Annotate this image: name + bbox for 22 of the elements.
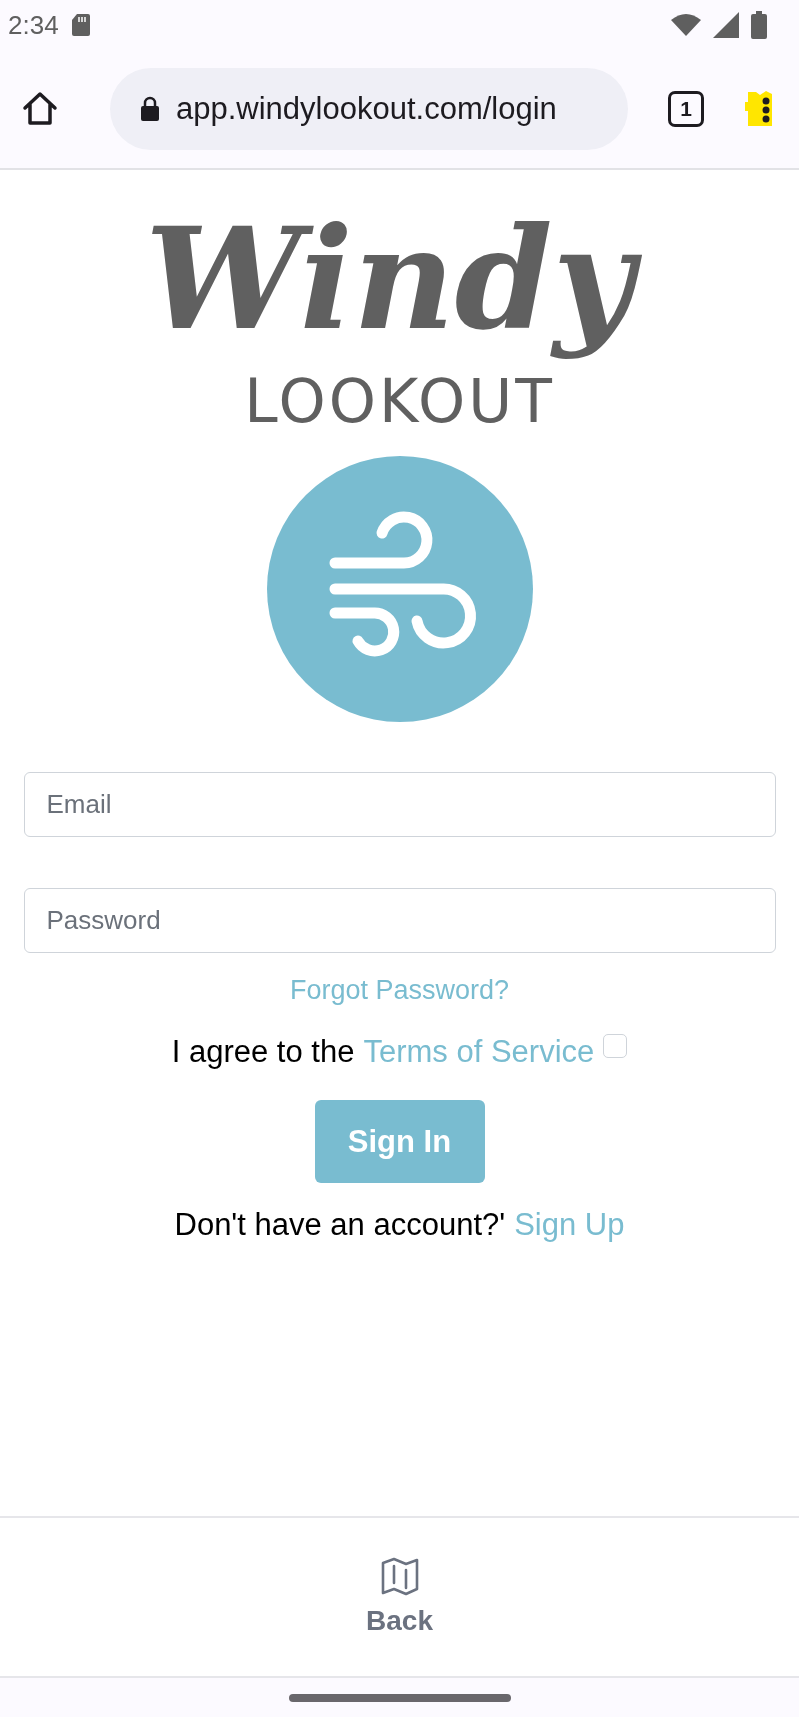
tab-count-button[interactable]: 1 — [668, 91, 704, 127]
battery-icon — [751, 11, 767, 39]
signup-prompt: Don't have an account?' — [174, 1207, 506, 1243]
url-text: app.windylookout.com/login — [176, 91, 557, 127]
home-indicator[interactable] — [288, 1693, 511, 1702]
lock-icon — [140, 96, 160, 122]
sign-up-link[interactable]: Sign Up — [514, 1207, 625, 1243]
agree-text: I agree to the — [171, 1034, 355, 1070]
wind-icon — [266, 456, 533, 722]
sign-in-button[interactable]: Sign In — [314, 1100, 485, 1183]
address-bar[interactable]: app.windylookout.com/login — [110, 68, 628, 150]
email-field[interactable]: Email — [23, 772, 776, 837]
password-field[interactable]: Password — [23, 888, 776, 953]
terms-link[interactable]: Terms of Service — [363, 1034, 595, 1070]
forgot-password-link[interactable]: Forgot Password? — [289, 975, 510, 1006]
back-nav-item[interactable]: Back — [366, 1557, 433, 1637]
sd-card-icon — [70, 13, 91, 37]
terms-checkbox[interactable] — [603, 1034, 628, 1058]
wifi-icon — [671, 14, 701, 36]
status-time: 2:34 — [8, 9, 59, 41]
map-icon — [379, 1557, 420, 1597]
signal-icon — [713, 12, 739, 38]
